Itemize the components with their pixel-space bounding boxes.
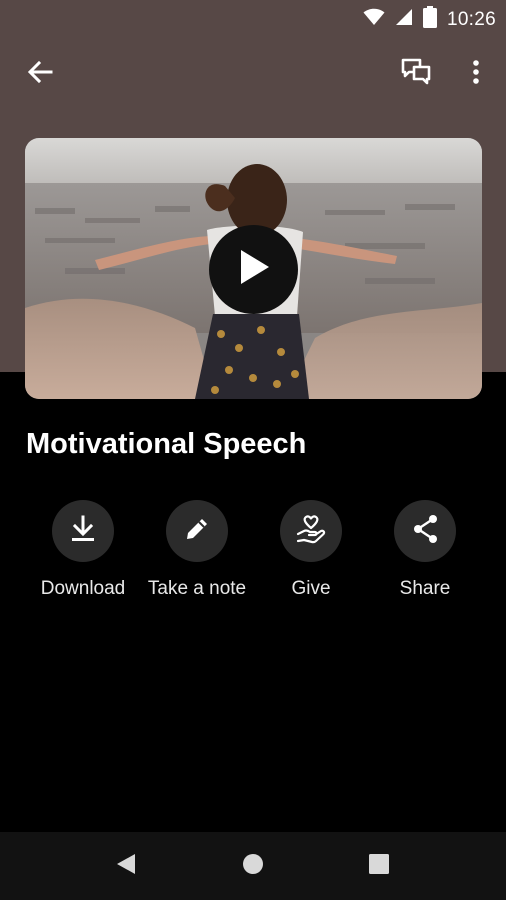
- share-circle: [394, 500, 456, 562]
- nav-back-button[interactable]: [106, 846, 146, 886]
- more-options-button[interactable]: [456, 54, 496, 94]
- page-title: Motivational Speech: [26, 428, 307, 460]
- screen: 10:26 Motivational Speech Download Take …: [0, 0, 506, 900]
- download-circle: [52, 500, 114, 562]
- download-label: Download: [40, 578, 126, 599]
- app-bar: [0, 44, 506, 104]
- chat-button[interactable]: [394, 54, 438, 94]
- chat-bubbles-icon: [401, 58, 431, 91]
- download-icon: [70, 515, 96, 548]
- play-icon: [237, 248, 271, 291]
- nav-recents-button[interactable]: [359, 846, 399, 886]
- share-label: Share: [399, 578, 451, 599]
- take-note-circle: [166, 500, 228, 562]
- play-button[interactable]: [209, 225, 298, 314]
- take-note-label: Take a note: [147, 578, 247, 599]
- wifi-icon: [363, 8, 385, 31]
- arrow-left-icon: [27, 59, 53, 90]
- system-nav-bar: [0, 832, 506, 900]
- nav-home-button[interactable]: [233, 846, 273, 886]
- status-time: 10:26: [446, 8, 496, 30]
- download-button[interactable]: Download: [23, 500, 143, 600]
- heart-hand-icon: [295, 514, 327, 549]
- battery-icon: [422, 6, 437, 33]
- nav-recents-icon: [368, 853, 390, 880]
- status-bar: 10:26: [0, 0, 506, 36]
- nav-home-icon: [242, 853, 264, 880]
- pencil-icon: [184, 516, 210, 547]
- nav-back-icon: [115, 852, 137, 881]
- video-thumbnail[interactable]: [25, 138, 482, 399]
- status-icons: 10:26: [363, 6, 496, 33]
- give-label: Give: [291, 578, 331, 599]
- share-button[interactable]: Share: [365, 500, 485, 600]
- more-vertical-icon: [472, 59, 480, 90]
- back-button[interactable]: [18, 54, 62, 94]
- cell-signal-icon: [395, 8, 413, 31]
- action-row: Download Take a note Give Share: [0, 500, 506, 610]
- take-note-button[interactable]: Take a note: [137, 500, 257, 600]
- share-icon: [411, 514, 439, 549]
- give-circle: [280, 500, 342, 562]
- give-button[interactable]: Give: [251, 500, 371, 600]
